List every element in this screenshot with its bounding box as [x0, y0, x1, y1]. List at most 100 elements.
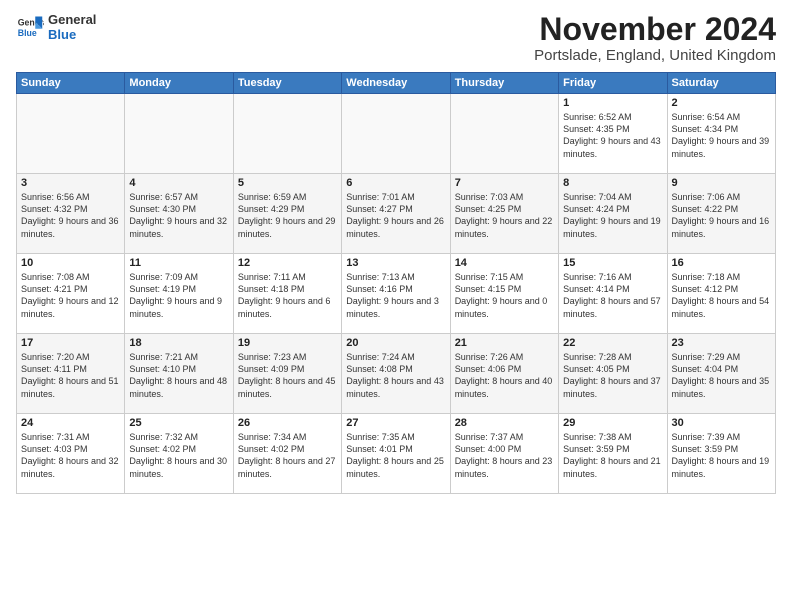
calendar-cell: 29 Sunrise: 7:38 AM Sunset: 3:59 PM Dayli…	[559, 414, 667, 494]
cell-info: Sunrise: 7:09 AM Sunset: 4:19 PM Dayligh…	[129, 271, 228, 320]
cell-info: Sunrise: 7:13 AM Sunset: 4:16 PM Dayligh…	[346, 271, 445, 320]
calendar-cell: 20Sunrise: 7:24 AM Sunset: 4:08 PM Dayli…	[342, 334, 450, 414]
cell-info: Sunrise: 7:35 AM Sunset: 4:01 PM Dayligh…	[346, 431, 445, 480]
calendar-cell: 3 Sunrise: 6:56 AM Sunset: 4:32 PM Daylig…	[17, 174, 125, 254]
calendar-cell	[342, 94, 450, 174]
cell-info: Sunrise: 7:26 AM Sunset: 4:06 PM Dayligh…	[455, 351, 554, 400]
calendar-cell	[125, 94, 233, 174]
calendar-cell: 24 Sunrise: 7:31 AM Sunset: 4:03 PM Dayli…	[17, 414, 125, 494]
cell-info: Sunrise: 7:18 AM Sunset: 4:12 PM Dayligh…	[672, 271, 771, 320]
calendar-cell: 28 Sunrise: 7:37 AM Sunset: 4:00 PM Dayli…	[450, 414, 558, 494]
logo-general-text: General	[48, 12, 96, 27]
day-number: 14	[455, 257, 554, 269]
calendar-cell: 12 Sunrise: 7:11 AM Sunset: 4:18 PM Dayli…	[233, 254, 341, 334]
cell-info: Sunrise: 6:59 AM Sunset: 4:29 PM Dayligh…	[238, 191, 337, 240]
cell-info: Sunrise: 7:21 AM Sunset: 4:10 PM Dayligh…	[129, 351, 228, 400]
day-number: 19	[238, 337, 337, 349]
calendar-cell: 17Sunrise: 7:20 AM Sunset: 4:11 PM Dayli…	[17, 334, 125, 414]
logo-icon: General Blue	[16, 13, 44, 41]
day-number: 21	[455, 337, 554, 349]
day-number: 15	[563, 257, 662, 269]
cell-info: Sunrise: 7:37 AM Sunset: 4:00 PM Dayligh…	[455, 431, 554, 480]
cell-info: Sunrise: 7:04 AM Sunset: 4:24 PM Dayligh…	[563, 191, 662, 240]
location-text: Portslade, England, United Kingdom	[534, 47, 776, 64]
svg-text:Blue: Blue	[18, 28, 37, 38]
day-number: 11	[129, 257, 228, 269]
cell-info: Sunrise: 7:34 AM Sunset: 4:02 PM Dayligh…	[238, 431, 337, 480]
weekday-header: Sunday	[17, 73, 125, 94]
day-number: 27	[346, 417, 445, 429]
cell-info: Sunrise: 7:24 AM Sunset: 4:08 PM Dayligh…	[346, 351, 445, 400]
day-number: 2	[672, 97, 771, 109]
calendar-cell: 21 Sunrise: 7:26 AM Sunset: 4:06 PM Dayli…	[450, 334, 558, 414]
calendar-cell: 19 Sunrise: 7:23 AM Sunset: 4:09 PM Dayli…	[233, 334, 341, 414]
cell-info: Sunrise: 7:29 AM Sunset: 4:04 PM Dayligh…	[672, 351, 771, 400]
cell-info: Sunrise: 6:54 AM Sunset: 4:34 PM Dayligh…	[672, 111, 771, 160]
cell-info: Sunrise: 7:23 AM Sunset: 4:09 PM Dayligh…	[238, 351, 337, 400]
calendar-cell	[17, 94, 125, 174]
calendar-cell: 15Sunrise: 7:16 AM Sunset: 4:14 PM Dayli…	[559, 254, 667, 334]
cell-info: Sunrise: 6:56 AM Sunset: 4:32 PM Dayligh…	[21, 191, 120, 240]
calendar-cell: 25Sunrise: 7:32 AM Sunset: 4:02 PM Dayli…	[125, 414, 233, 494]
calendar-cell: 10 Sunrise: 7:08 AM Sunset: 4:21 PM Dayli…	[17, 254, 125, 334]
page-header: General Blue General Blue November 2024 …	[16, 12, 776, 64]
cell-info: Sunrise: 6:57 AM Sunset: 4:30 PM Dayligh…	[129, 191, 228, 240]
calendar-cell: 13 Sunrise: 7:13 AM Sunset: 4:16 PM Dayli…	[342, 254, 450, 334]
day-number: 7	[455, 177, 554, 189]
day-number: 24	[21, 417, 120, 429]
calendar-cell: 23 Sunrise: 7:29 AM Sunset: 4:04 PM Dayli…	[667, 334, 775, 414]
cell-info: Sunrise: 7:31 AM Sunset: 4:03 PM Dayligh…	[21, 431, 120, 480]
cell-info: Sunrise: 7:20 AM Sunset: 4:11 PM Dayligh…	[21, 351, 120, 400]
weekday-header: Saturday	[667, 73, 775, 94]
day-number: 16	[672, 257, 771, 269]
cell-info: Sunrise: 7:38 AM Sunset: 3:59 PM Dayligh…	[563, 431, 662, 480]
calendar-cell: 14 Sunrise: 7:15 AM Sunset: 4:15 PM Dayli…	[450, 254, 558, 334]
day-number: 18	[129, 337, 228, 349]
day-number: 5	[238, 177, 337, 189]
weekday-header: Monday	[125, 73, 233, 94]
calendar-cell: 5 Sunrise: 6:59 AM Sunset: 4:29 PM Daylig…	[233, 174, 341, 254]
day-number: 28	[455, 417, 554, 429]
day-number: 26	[238, 417, 337, 429]
calendar-cell: 2 Sunrise: 6:54 AM Sunset: 4:34 PM Daylig…	[667, 94, 775, 174]
weekday-header: Wednesday	[342, 73, 450, 94]
calendar-cell: 8 Sunrise: 7:04 AM Sunset: 4:24 PM Daylig…	[559, 174, 667, 254]
cell-info: Sunrise: 7:15 AM Sunset: 4:15 PM Dayligh…	[455, 271, 554, 320]
cell-info: Sunrise: 7:32 AM Sunset: 4:02 PM Dayligh…	[129, 431, 228, 480]
weekday-header: Friday	[559, 73, 667, 94]
calendar-cell: 27 Sunrise: 7:35 AM Sunset: 4:01 PM Dayli…	[342, 414, 450, 494]
day-number: 23	[672, 337, 771, 349]
calendar-cell: 22 Sunrise: 7:28 AM Sunset: 4:05 PM Dayli…	[559, 334, 667, 414]
month-title: November 2024	[534, 12, 776, 47]
calendar-cell: 18 Sunrise: 7:21 AM Sunset: 4:10 PM Dayli…	[125, 334, 233, 414]
cell-info: Sunrise: 7:11 AM Sunset: 4:18 PM Dayligh…	[238, 271, 337, 320]
day-number: 3	[21, 177, 120, 189]
calendar-cell: 9Sunrise: 7:06 AM Sunset: 4:22 PM Daylig…	[667, 174, 775, 254]
day-number: 29	[563, 417, 662, 429]
calendar-cell	[450, 94, 558, 174]
weekday-header: Tuesday	[233, 73, 341, 94]
day-number: 13	[346, 257, 445, 269]
day-number: 8	[563, 177, 662, 189]
cell-info: Sunrise: 7:08 AM Sunset: 4:21 PM Dayligh…	[21, 271, 120, 320]
logo: General Blue General Blue	[16, 12, 96, 42]
calendar-table: SundayMondayTuesdayWednesdayThursdayFrid…	[16, 72, 776, 494]
day-number: 1	[563, 97, 662, 109]
weekday-header: Thursday	[450, 73, 558, 94]
cell-info: Sunrise: 7:06 AM Sunset: 4:22 PM Dayligh…	[672, 191, 771, 240]
day-number: 12	[238, 257, 337, 269]
calendar-cell: 1Sunrise: 6:52 AM Sunset: 4:35 PM Daylig…	[559, 94, 667, 174]
calendar-cell: 7 Sunrise: 7:03 AM Sunset: 4:25 PM Daylig…	[450, 174, 558, 254]
calendar-cell	[233, 94, 341, 174]
day-number: 4	[129, 177, 228, 189]
day-number: 6	[346, 177, 445, 189]
logo-blue-text: Blue	[48, 27, 96, 42]
cell-info: Sunrise: 7:03 AM Sunset: 4:25 PM Dayligh…	[455, 191, 554, 240]
calendar-cell: 26 Sunrise: 7:34 AM Sunset: 4:02 PM Dayli…	[233, 414, 341, 494]
calendar-cell: 11 Sunrise: 7:09 AM Sunset: 4:19 PM Dayli…	[125, 254, 233, 334]
day-number: 10	[21, 257, 120, 269]
cell-info: Sunrise: 7:28 AM Sunset: 4:05 PM Dayligh…	[563, 351, 662, 400]
day-number: 22	[563, 337, 662, 349]
cell-info: Sunrise: 7:01 AM Sunset: 4:27 PM Dayligh…	[346, 191, 445, 240]
cell-info: Sunrise: 7:39 AM Sunset: 3:59 PM Dayligh…	[672, 431, 771, 480]
